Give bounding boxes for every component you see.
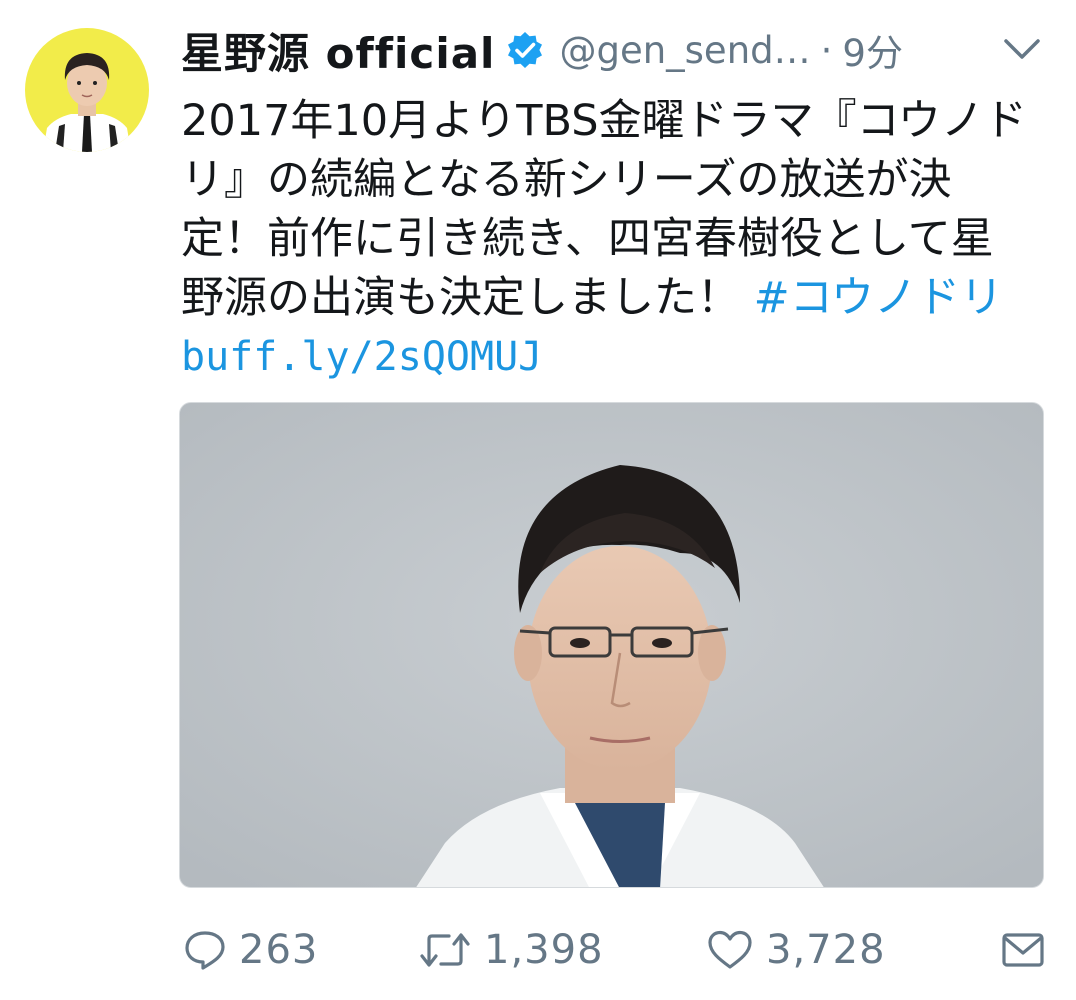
- direct-message-button[interactable]: [1001, 918, 1045, 982]
- tweet-timestamp[interactable]: 9分: [842, 23, 903, 77]
- reply-icon: [185, 931, 225, 970]
- tweet-header: 星野源 official @gen_send… · 9分: [181, 22, 1061, 78]
- tweet-text-line: リ』の続編となる新シリーズの放送が決: [181, 155, 952, 205]
- envelope-icon: [1002, 933, 1044, 967]
- retweet-icon: [420, 933, 470, 967]
- tweet-text-fragment: 野源の出演も決定しました！: [181, 273, 754, 323]
- tweet-text-line-with-hashtag: 野源の出演も決定しました！ #コウノドリ: [181, 269, 1051, 328]
- tweet-text-line: 2017年10月よりTBS金曜ドラマ『コウノド: [181, 96, 1027, 146]
- tweet-card[interactable]: 星野源 official @gen_send… · 9分 2017年10月よりT…: [0, 0, 1076, 1000]
- tweet-text: 2017年10月よりTBS金曜ドラマ『コウノド リ』の続編となる新シリーズの放送…: [181, 92, 1051, 387]
- chevron-down-icon[interactable]: [1000, 32, 1044, 66]
- tweet-text-line: 定！前作に引き続き、四宮春樹役として星: [181, 214, 994, 264]
- tweet-actions: 263 1,398 3,728: [0, 918, 1076, 982]
- heart-icon: [708, 930, 752, 969]
- like-button[interactable]: 3,728: [706, 918, 886, 982]
- like-count: 3,728: [766, 927, 886, 973]
- url-link[interactable]: buff.ly/2sQOMUJ: [181, 328, 1051, 387]
- verified-badge-icon: [505, 30, 545, 70]
- user-handle[interactable]: @gen_send…: [559, 29, 810, 72]
- display-name[interactable]: 星野源 official: [181, 20, 495, 81]
- avatar[interactable]: [25, 28, 149, 152]
- retweet-count: 1,398: [484, 927, 604, 973]
- reply-count: 263: [239, 927, 319, 973]
- tweet-photo[interactable]: [179, 402, 1044, 888]
- hashtag-link[interactable]: #コウノドリ: [754, 273, 1003, 323]
- separator-dot: ·: [820, 28, 833, 72]
- reply-button[interactable]: 263: [183, 918, 318, 982]
- retweet-button[interactable]: 1,398: [418, 918, 604, 982]
